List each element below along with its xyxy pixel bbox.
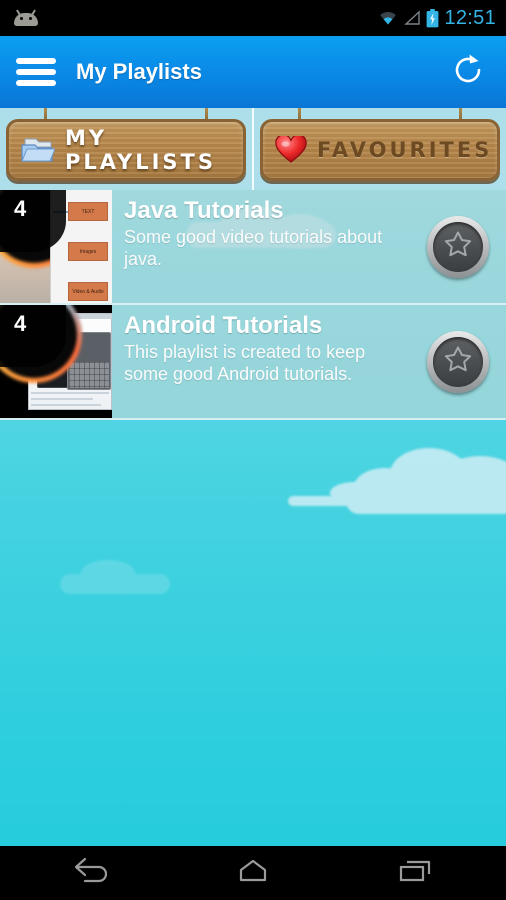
tab-my-playlists[interactable]: MY PLAYLISTS [0,108,254,190]
item-count-badge: 4 [0,190,66,252]
playlist-description: This playlist is created to keep some go… [124,341,366,384]
folder-icon [21,136,56,164]
battery-charging-icon [426,8,439,28]
recent-apps-button[interactable] [389,853,441,893]
content-area: MY PLAYLISTS FAVOURITES TEXT Images Vide… [0,108,506,846]
favourite-button-bezel [427,215,489,278]
hamburger-menu-icon[interactable] [16,58,56,86]
status-bar-clock: 12:51 [444,7,496,29]
status-bar: 12:51 [0,0,506,36]
tab-sign: FAVOURITES [260,119,500,181]
tab-sign: MY PLAYLISTS [6,119,246,181]
home-icon [231,856,275,891]
table-row[interactable]: TEXT Images Video & Audio 4 Java Tutoria… [0,190,506,305]
playlist-title: Android Tutorials [124,312,323,339]
thumbnail-box-label: Images [68,242,108,261]
playlist-thumbnail: TEXT Images Video & Audio 4 [0,190,112,303]
refresh-icon [448,50,488,95]
back-button[interactable] [65,853,117,893]
playlist-text-block: Android Tutorials This playlist is creat… [112,305,410,418]
tab-favourites[interactable]: FAVOURITES [254,108,506,190]
heart-icon [275,134,307,164]
thumbnail-keyboard [69,362,109,388]
back-icon [69,856,113,891]
playlist-description: Some good video tutorials about java. [124,226,383,269]
page-title: My Playlists [76,59,202,84]
tab-label: MY PLAYLISTS [65,126,216,174]
status-bar-notifications [0,8,378,28]
favourite-button[interactable] [410,305,506,418]
star-icon [443,229,473,264]
navigation-bar [0,846,506,900]
favourite-button-face [433,221,483,272]
playlist-text-block: Java Tutorials Some good video tutorials… [112,190,410,303]
cloud-decoration [288,448,506,528]
android-robot-icon [12,8,40,28]
cell-signal-icon [403,10,421,26]
item-count-badge: 4 [0,305,66,367]
table-row[interactable]: 4 Android Tutorials This playlist is cre… [0,305,506,420]
playlist-title: Java Tutorials [124,197,284,224]
favourite-button-bezel [427,330,489,393]
playlist-thumbnail: 4 [0,305,112,418]
action-bar: My Playlists [0,36,506,108]
tab-label: FAVOURITES [317,138,493,162]
cloud-decoration [60,560,180,600]
recent-apps-icon [393,856,437,891]
star-icon [443,344,473,379]
thumbnail-box-label: TEXT [68,202,108,221]
favourite-button-face [433,336,483,387]
thumbnail-box-label: Video & Audio [68,282,108,301]
favourite-button[interactable] [410,190,506,303]
home-button[interactable] [227,853,279,893]
wifi-icon [378,10,398,26]
refresh-button[interactable] [440,44,496,100]
playlist-list: TEXT Images Video & Audio 4 Java Tutoria… [0,190,506,420]
phone-screen: 12:51 My Playlists MY PLAYLISTS FAVOURIT… [0,0,506,900]
tab-bar: MY PLAYLISTS FAVOURITES [0,108,506,190]
status-bar-system-icons: 12:51 [378,8,506,28]
